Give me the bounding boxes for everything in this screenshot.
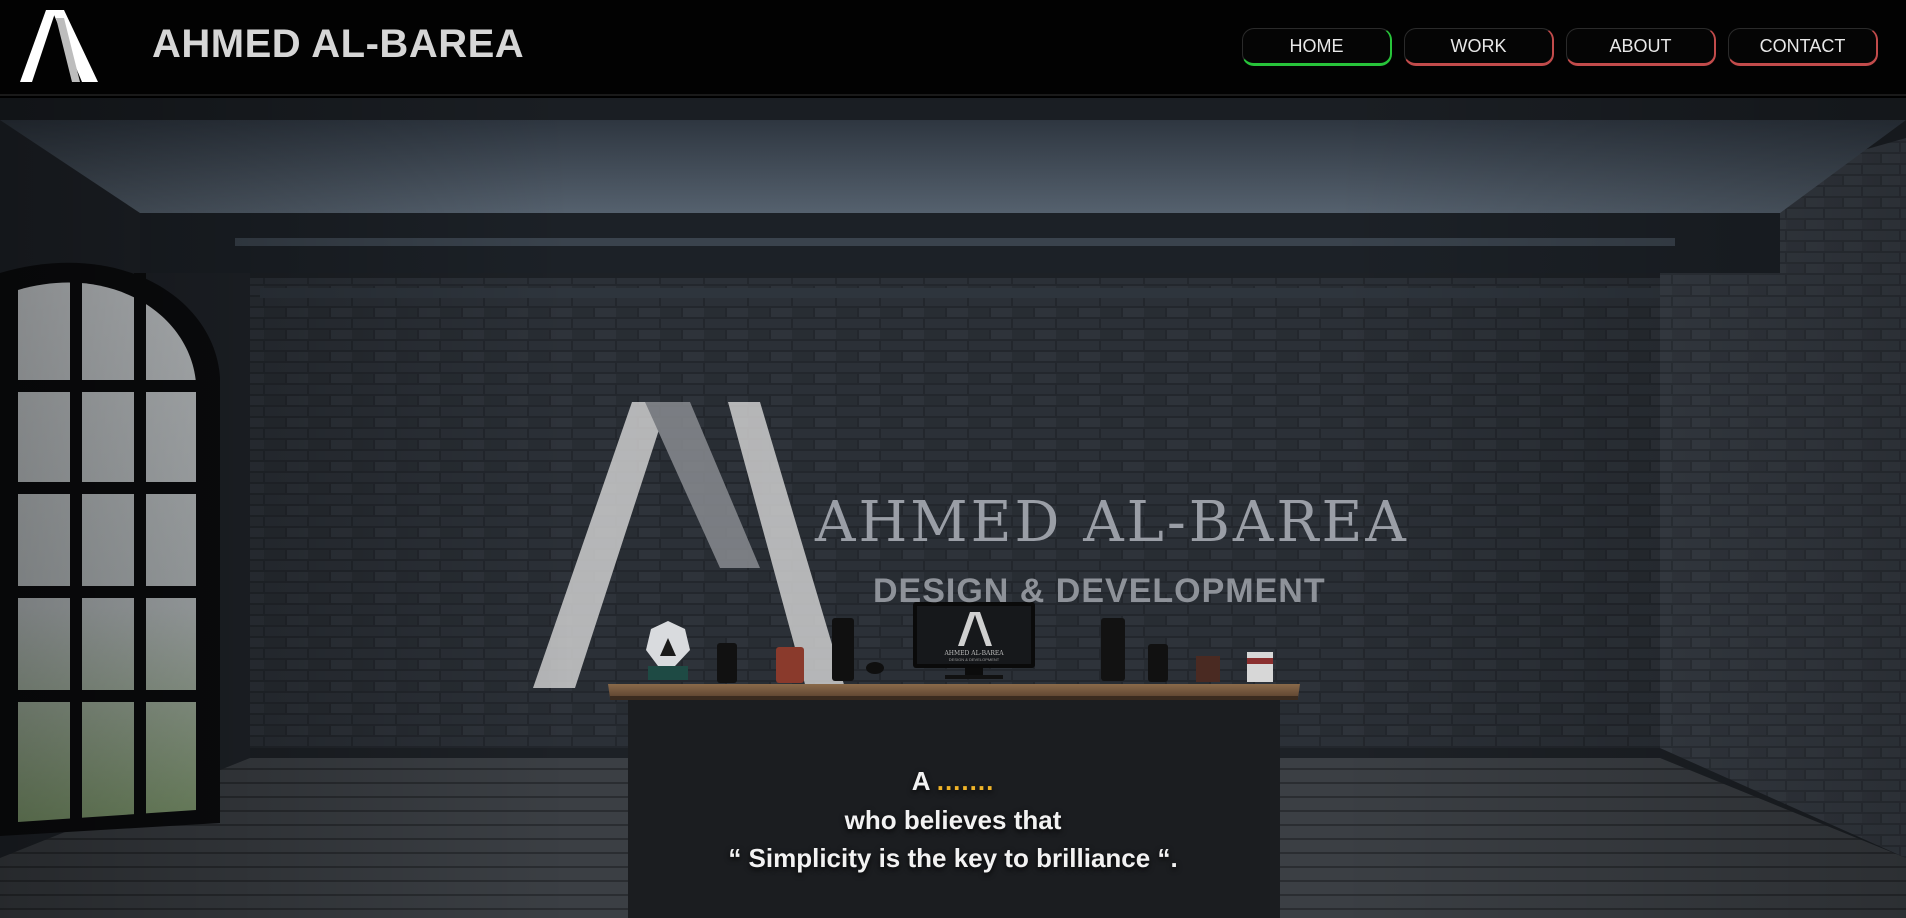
nav-contact-button[interactable]: CONTACT <box>1728 28 1878 66</box>
nav-home-button[interactable]: HOME <box>1242 28 1392 66</box>
tagline-dots: ....... <box>936 766 995 796</box>
tagline-line-1: A ....... <box>0 766 1906 797</box>
nav-about-button[interactable]: ABOUT <box>1566 28 1716 66</box>
monitor-title: AHMED AL-BAREA <box>943 650 1004 657</box>
tagline-prefix: A <box>911 766 930 796</box>
site-title[interactable]: AHMED AL-BAREA <box>152 22 524 67</box>
wall-title: AHMED AL-BAREA <box>815 490 1409 555</box>
hero-section: AHMED AL-BAREA DESIGN & DEVELOPMENT AHME… <box>0 98 1906 918</box>
logo-icon[interactable] <box>20 10 98 82</box>
tagline-quote: “ Simplicity is the key to brilliance “. <box>728 843 1178 873</box>
nav-work-button[interactable]: WORK <box>1404 28 1554 66</box>
navbar: AHMED AL-BAREA HOME WORK ABOUT CONTACT <box>0 0 1906 96</box>
wall-subtitle: DESIGN & DEVELOPMENT <box>873 572 1326 610</box>
main-nav: HOME WORK ABOUT CONTACT <box>1242 28 1878 66</box>
tagline-line-2: who believes that <box>844 805 1062 835</box>
monitor-subtitle: DESIGN & DEVELOPMENT <box>949 657 1000 662</box>
